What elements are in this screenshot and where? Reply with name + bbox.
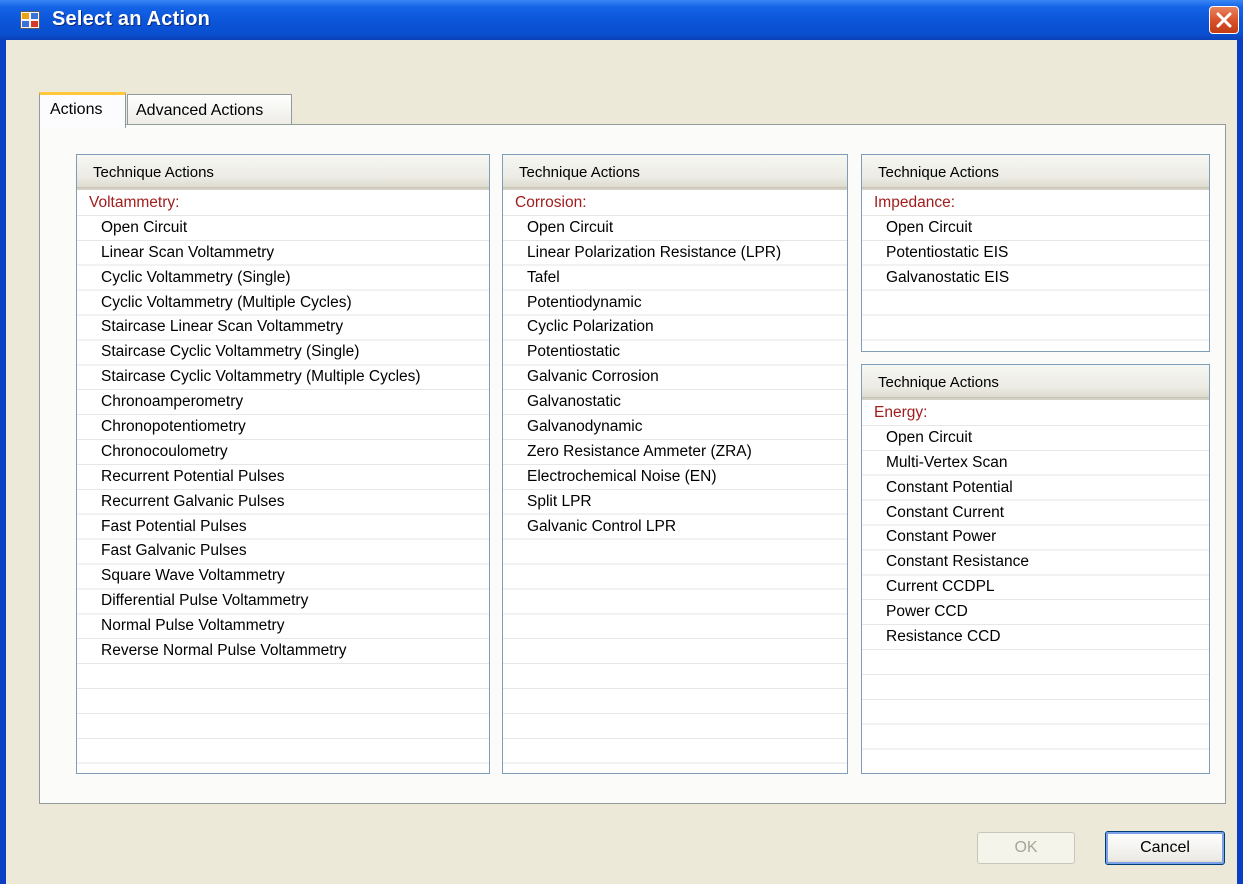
list-item[interactable]: Galvanic Corrosion [503, 365, 847, 390]
title-bar[interactable]: Select an Action [0, 0, 1243, 40]
list-item[interactable]: Cyclic Voltammetry (Multiple Cycles) [77, 291, 489, 316]
list-item[interactable]: Multi-Vertex Scan [862, 451, 1209, 476]
list-item[interactable]: Staircase Cyclic Voltammetry (Multiple C… [77, 365, 489, 390]
list-item[interactable]: Staircase Cyclic Voltammetry (Single) [77, 340, 489, 365]
list-item[interactable]: Open Circuit [77, 216, 489, 241]
column-header[interactable]: Technique Actions [862, 155, 1209, 190]
list-item[interactable]: Staircase Linear Scan Voltammetry [77, 315, 489, 340]
close-button[interactable] [1209, 6, 1239, 34]
list-item[interactable]: Potentiodynamic [503, 291, 847, 316]
list-item[interactable]: Power CCD [862, 600, 1209, 625]
actions-tab-panel: Technique Actions Voltammetry: Open Circu… [39, 124, 1226, 804]
app-icon [20, 11, 40, 29]
list-item[interactable]: Galvanostatic [503, 390, 847, 415]
list-item[interactable]: Cyclic Polarization [503, 315, 847, 340]
list-rows: Impedance: Open Circuit Potentiostatic EIS… [862, 191, 1209, 351]
category-label: Corrosion: [515, 194, 587, 211]
list-item[interactable]: Square Wave Voltammetry [77, 564, 489, 589]
list-item[interactable]: Linear Scan Voltammetry [77, 241, 489, 266]
list-item[interactable]: Recurrent Potential Pulses [77, 465, 489, 490]
ok-button[interactable]: OK [977, 832, 1075, 864]
list-item[interactable]: Differential Pulse Voltammetry [77, 589, 489, 614]
list-item[interactable]: Split LPR [503, 490, 847, 515]
list-item[interactable]: Linear Polarization Resistance (LPR) [503, 241, 847, 266]
list-item[interactable]: Chronoamperometry [77, 390, 489, 415]
list-item[interactable]: Fast Galvanic Pulses [77, 539, 489, 564]
close-icon [1216, 12, 1232, 28]
list-item[interactable]: Constant Power [862, 525, 1209, 550]
list-rows: Corrosion: Open Circuit Linear Polarizatio… [503, 191, 847, 773]
list-item[interactable]: Electrochemical Noise (EN) [503, 465, 847, 490]
list-item[interactable]: Fast Potential Pulses [77, 515, 489, 540]
dialog-body: Actions Advanced Actions Technique Actio… [6, 40, 1237, 884]
dialog-window: Select an Action Actions Advanced Action… [0, 0, 1243, 884]
list-item[interactable]: Resistance CCD [862, 625, 1209, 650]
list-item[interactable]: Galvanostatic EIS [862, 266, 1209, 291]
window-title: Select an Action [52, 8, 211, 30]
list-item[interactable]: Constant Potential [862, 476, 1209, 501]
list-item[interactable]: Open Circuit [862, 216, 1209, 241]
list-rows: Voltammetry: Open Circuit Linear Scan Volt… [77, 191, 489, 773]
list-item[interactable]: Zero Resistance Ammeter (ZRA) [503, 440, 847, 465]
tab-actions[interactable]: Actions [39, 92, 126, 128]
list-item[interactable]: Galvanodynamic [503, 415, 847, 440]
column-header[interactable]: Technique Actions [77, 155, 489, 190]
list-item[interactable]: Potentiostatic EIS [862, 241, 1209, 266]
list-item[interactable]: Chronopotentiometry [77, 415, 489, 440]
list-item[interactable]: Open Circuit [503, 216, 847, 241]
list-item[interactable]: Normal Pulse Voltammetry [77, 614, 489, 639]
category-label: Voltammetry: [89, 194, 180, 211]
tab-advanced-actions[interactable]: Advanced Actions [127, 94, 292, 126]
list-item[interactable]: Potentiostatic [503, 340, 847, 365]
list-item[interactable]: Constant Current [862, 501, 1209, 526]
list-item[interactable]: Tafel [503, 266, 847, 291]
list-item[interactable]: Reverse Normal Pulse Voltammetry [77, 639, 489, 664]
column-header[interactable]: Technique Actions [503, 155, 847, 190]
list-rows: Energy: Open Circuit Multi-Vertex Scan Cons… [862, 401, 1209, 773]
list-item[interactable]: Open Circuit [862, 426, 1209, 451]
list-item[interactable]: Galvanic Control LPR [503, 515, 847, 540]
energy-list[interactable]: Technique Actions Energy: Open Circuit Mul… [861, 364, 1210, 774]
category-label: Impedance: [874, 194, 955, 211]
category-label: Energy: [874, 404, 928, 421]
corrosion-list[interactable]: Technique Actions Corrosion: Open Circuit… [502, 154, 848, 774]
list-item[interactable]: Current CCDPL [862, 575, 1209, 600]
list-item[interactable]: Recurrent Galvanic Pulses [77, 490, 489, 515]
voltammetry-list[interactable]: Technique Actions Voltammetry: Open Circu… [76, 154, 490, 774]
list-item[interactable]: Chronocoulometry [77, 440, 489, 465]
column-header[interactable]: Technique Actions [862, 365, 1209, 400]
list-item[interactable]: Constant Resistance [862, 550, 1209, 575]
impedance-list[interactable]: Technique Actions Impedance: Open Circuit… [861, 154, 1210, 352]
list-item[interactable]: Cyclic Voltammetry (Single) [77, 266, 489, 291]
cancel-button[interactable]: Cancel [1105, 831, 1225, 865]
